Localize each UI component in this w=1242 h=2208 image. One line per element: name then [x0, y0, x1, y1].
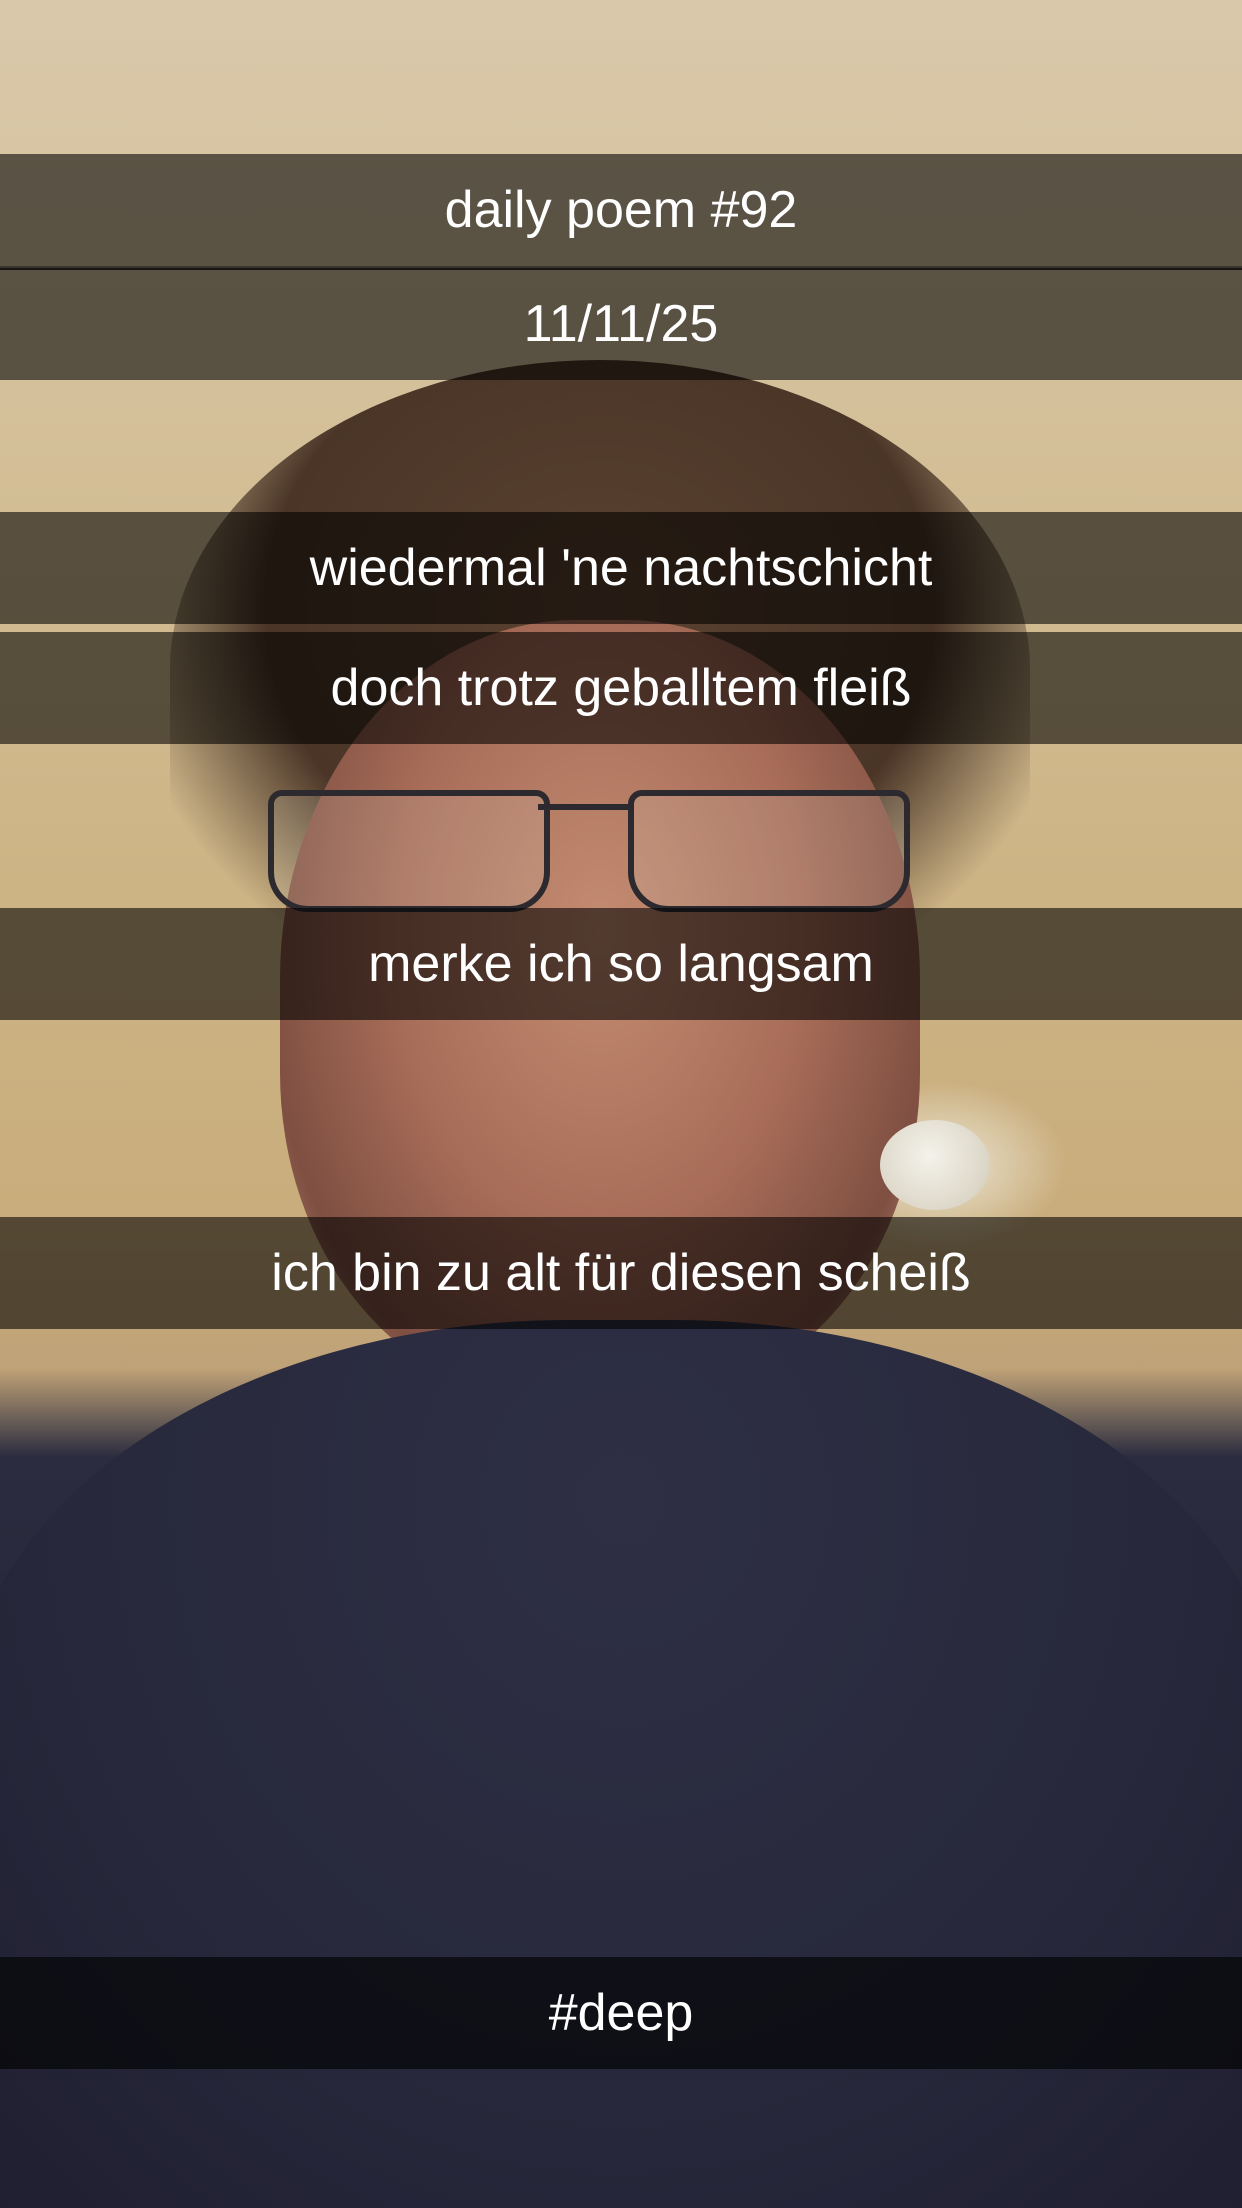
shirt [0, 1320, 1242, 2208]
caption-line-3: merke ich so langsam [0, 908, 1242, 1020]
caption-title: daily poem #92 [0, 154, 1242, 270]
glasses-lens-right [628, 790, 910, 912]
glasses [268, 790, 910, 912]
caption-hashtag: #deep [0, 1957, 1242, 2069]
caption-line-4: ich bin zu alt für diesen scheiß [0, 1217, 1242, 1329]
snap-view: daily poem #92 11/11/25 wiedermal 'ne na… [0, 0, 1242, 2208]
caption-date: 11/11/25 [0, 268, 1242, 380]
caption-line-2: doch trotz geballtem fleiß [0, 632, 1242, 744]
glasses-lens-left [268, 790, 550, 912]
smoke-detector [880, 1120, 990, 1210]
caption-line-1: wiedermal 'ne nachtschicht [0, 512, 1242, 624]
glasses-bridge [538, 804, 634, 810]
